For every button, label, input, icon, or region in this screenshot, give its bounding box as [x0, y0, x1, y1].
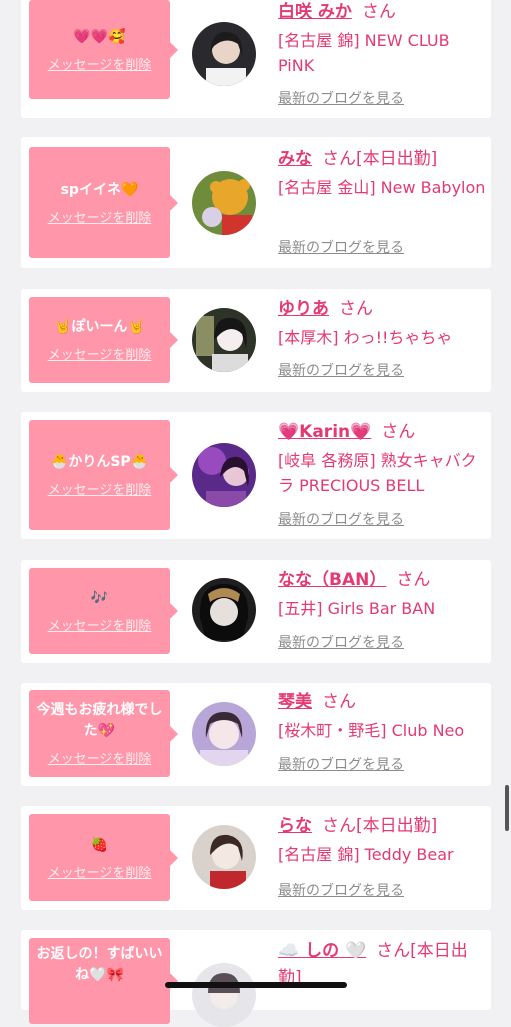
latest-blog-link[interactable]: 最新のブログを見る [278, 880, 404, 900]
message-text: spイイネ🧡 [60, 181, 139, 198]
message-bubble: 🐣かりんSP🐣 メッセージを削除 [29, 420, 178, 530]
list-item: 🍓 メッセージを削除 らな さん[本日出勤] [名古屋 錦] Teddy Bear… [21, 806, 491, 910]
entry-info: 白咲 みか さん [名古屋 錦] NEW CLUB PiNK 最新のブログを見る [278, 0, 488, 107]
user-name-link[interactable]: らな [278, 816, 312, 836]
entry-info: 琴美 さん [桜木町・野毛] Club Neo 最新のブログを見る [278, 690, 488, 773]
honorific: さん [322, 692, 356, 712]
honorific: さん [396, 570, 431, 590]
avatar[interactable] [192, 702, 256, 766]
shop-name: [名古屋 金山] New Babylon [278, 178, 486, 197]
list-item: 💗💗🥰 メッセージを削除 白咲 みか さん [名古屋 錦] NEW CLUB Pi… [21, 0, 491, 118]
honorific: さん [361, 2, 396, 22]
honorific: さん [322, 816, 356, 836]
avatar[interactable] [192, 578, 256, 642]
shop-name: [名古屋 錦] Teddy Bear [278, 845, 454, 864]
honorific: さん [376, 941, 411, 961]
entry-info: らな さん[本日出勤] [名古屋 錦] Teddy Bear 最新のブログを見る [278, 814, 488, 899]
latest-blog-link[interactable]: 最新のブログを見る [278, 754, 404, 774]
list-item: 今週もお疲れ様でした💖 メッセージを削除 琴美 さん [桜木町・野毛] Club … [21, 683, 491, 786]
list-item: 🎶 メッセージを削除 なな（BAN） さん [五井] Girls Bar BAN … [21, 560, 491, 663]
message-text: 🐣かりんSP🐣 [50, 454, 149, 470]
message-text: 🤘ぽいーん🤘 [54, 319, 145, 335]
delete-message-link[interactable]: メッセージを削除 [48, 54, 152, 73]
avatar[interactable] [192, 825, 256, 889]
delete-message-link[interactable]: メッセージを削除 [48, 207, 152, 226]
message-text: 今週もお疲れ様でした💖 [36, 702, 163, 739]
user-name-link[interactable]: なな（BAN） [278, 570, 386, 590]
list-item: お返しの！すばいいね🤍🎀 ☁️ しの 🤍 さん[本日出勤] [21, 930, 491, 1027]
shop-name: [岐阜 各務原] 熟女キャバクラ PRECIOUS BELL [278, 451, 477, 495]
avatar[interactable] [192, 963, 256, 1027]
shop-name: [五井] Girls Bar BAN [278, 599, 436, 618]
avatar[interactable] [192, 308, 256, 372]
list-item: spイイネ🧡 メッセージを削除 みな さん[本日出勤] [名古屋 金山] New … [21, 137, 491, 268]
honorific: さん [381, 422, 416, 442]
user-name-link[interactable]: ゆりあ [278, 299, 329, 319]
message-text: お返しの！すばいいね🤍🎀 [36, 946, 163, 983]
user-name-link[interactable]: みな [278, 149, 312, 169]
entry-info: 💗Karin💗 さん [岐阜 各務原] 熟女キャバクラ PRECIOUS BELL… [278, 420, 488, 528]
shop-name: [名古屋 錦] NEW CLUB PiNK [278, 31, 450, 75]
message-bubble: 今週もお疲れ様でした💖 メッセージを削除 [29, 690, 178, 777]
list-item: 🤘ぽいーん🤘 メッセージを削除 ゆりあ さん [本厚木] わっ!!ちゃちゃ 最新の… [21, 289, 491, 392]
user-name-link[interactable]: 💗Karin💗 [278, 422, 371, 442]
shop-name: [桜木町・野毛] Club Neo [278, 721, 465, 740]
message-bubble: 🤘ぽいーん🤘 メッセージを削除 [29, 297, 178, 383]
scrollbar[interactable] [505, 785, 509, 831]
latest-blog-link[interactable]: 最新のブログを見る [278, 632, 404, 652]
shop-name: [本厚木] わっ!!ちゃちゃ [278, 328, 453, 347]
latest-blog-link[interactable]: 最新のブログを見る [278, 237, 404, 257]
message-bubble: 🎶 メッセージを削除 [29, 568, 178, 654]
status-badge: [本日出勤] [356, 816, 438, 836]
message-text: 🍓 [90, 836, 109, 853]
message-bubble: spイイネ🧡 メッセージを削除 [29, 147, 178, 258]
user-name-link[interactable]: 琴美 [278, 692, 312, 712]
latest-blog-link[interactable]: 最新のブログを見る [278, 88, 404, 108]
honorific: さん [339, 299, 373, 319]
list-item: 🐣かりんSP🐣 メッセージを削除 💗Karin💗 さん [岐阜 各務原] 熟女キャ… [21, 412, 491, 539]
delete-message-link[interactable]: メッセージを削除 [48, 862, 152, 881]
avatar[interactable] [192, 443, 256, 507]
user-name-link[interactable]: ☁️ しの 🤍 [278, 941, 366, 961]
honorific: さん [322, 149, 356, 169]
delete-message-link[interactable]: メッセージを削除 [48, 479, 152, 498]
user-name-link[interactable]: 白咲 みか [278, 2, 352, 22]
latest-blog-link[interactable]: 最新のブログを見る [278, 509, 404, 529]
delete-message-link[interactable]: メッセージを削除 [48, 615, 152, 634]
home-indicator [165, 982, 347, 988]
message-bubble: お返しの！すばいいね🤍🎀 [29, 938, 178, 1024]
status-badge: [本日出勤] [356, 149, 438, 169]
entry-info: ゆりあ さん [本厚木] わっ!!ちゃちゃ 最新のブログを見る [278, 297, 488, 379]
message-text: 🎶 [90, 590, 109, 606]
entry-info: みな さん[本日出勤] [名古屋 金山] New Babylon 最新のブログを見… [278, 147, 488, 256]
entry-info: なな（BAN） さん [五井] Girls Bar BAN 最新のブログを見る [278, 568, 488, 651]
message-text: 💗💗🥰 [73, 28, 126, 45]
message-bubble: 💗💗🥰 メッセージを削除 [29, 0, 178, 99]
latest-blog-link[interactable]: 最新のブログを見る [278, 360, 404, 380]
avatar[interactable] [192, 22, 256, 86]
avatar[interactable] [192, 171, 256, 235]
delete-message-link[interactable]: メッセージを削除 [48, 748, 152, 767]
message-bubble: 🍓 メッセージを削除 [29, 814, 178, 901]
delete-message-link[interactable]: メッセージを削除 [48, 344, 152, 363]
